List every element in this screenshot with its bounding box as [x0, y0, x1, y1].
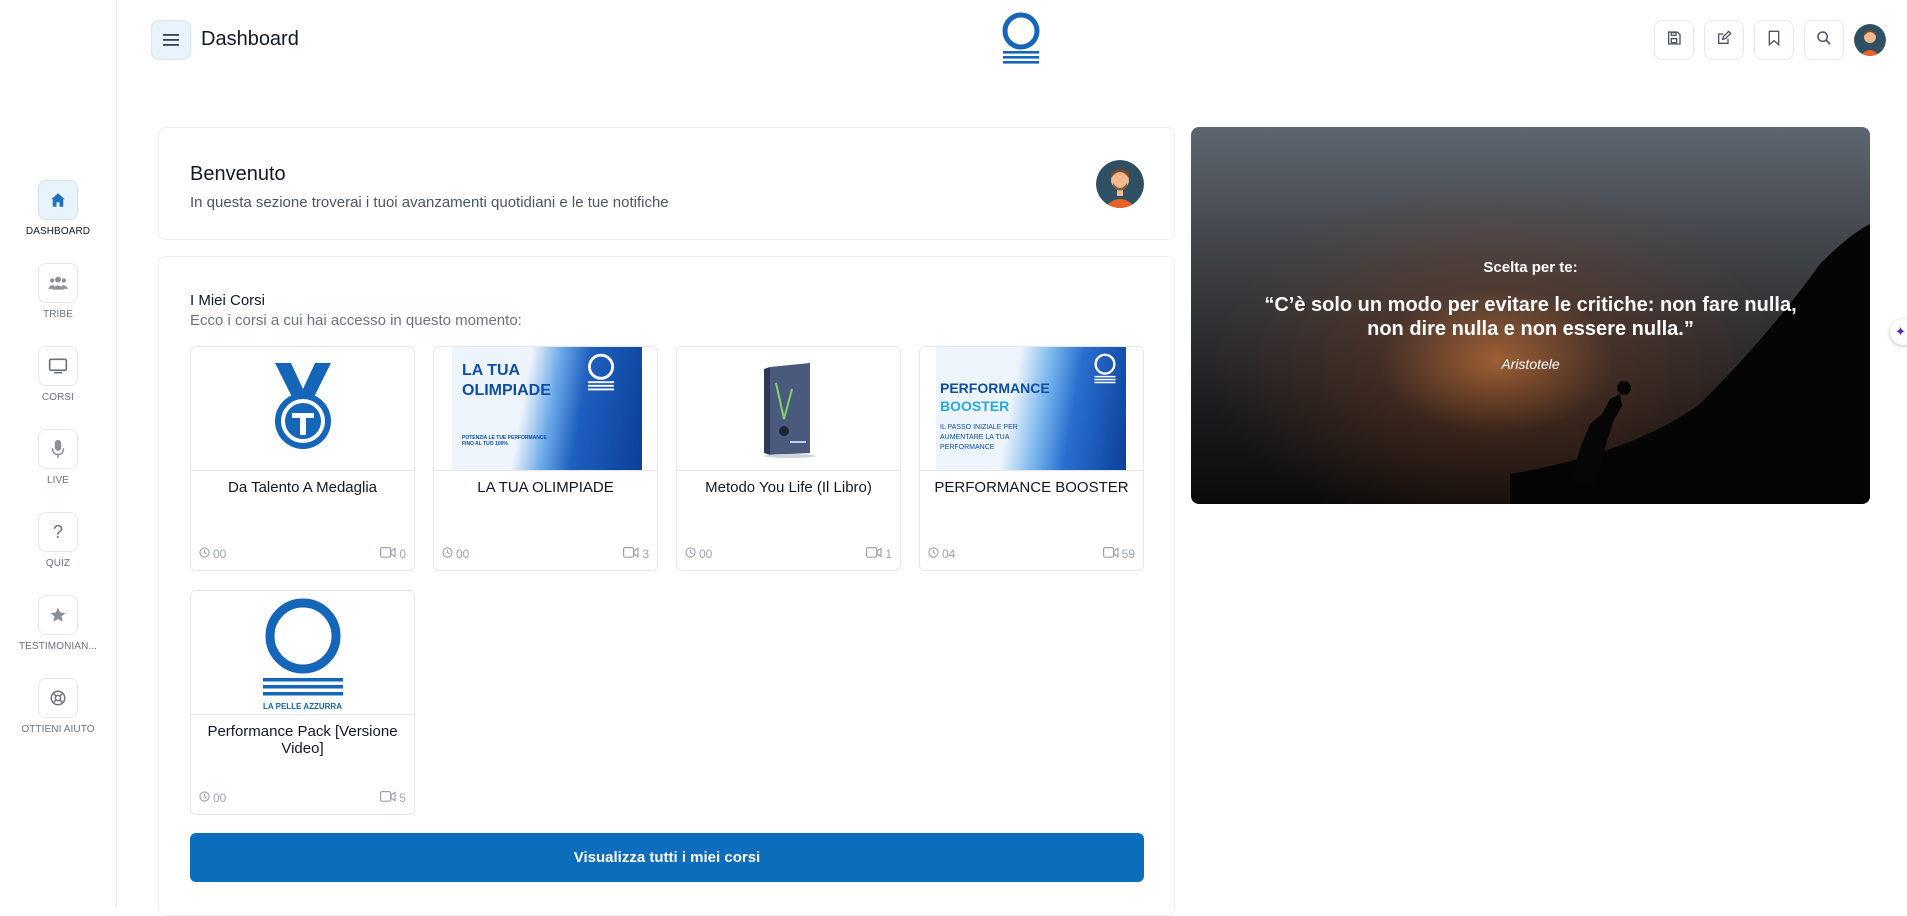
course-duration: 00 [199, 547, 226, 561]
sidebar-item-label: TRIBE [43, 309, 73, 320]
star-icon [38, 595, 78, 635]
brand-logo [262, 598, 343, 695]
course-card[interactable]: LA PELLE AZZURRA Performance Pack [Versi… [190, 590, 415, 815]
section-subtitle: Ecco i corsi a cui hai accesso in questo… [190, 312, 522, 329]
top-bar: Dashboard [117, 0, 1907, 80]
welcome-card: Benvenuto In questa sezione troverai i t… [158, 127, 1175, 240]
clock-icon [442, 547, 453, 561]
brand-logo [1094, 353, 1116, 384]
course-thumbnail: PERFORMANCE BOOSTER IL PASSO INIZIALE PE… [920, 347, 1143, 471]
my-courses-card: I Miei Corsi Ecco i corsi a cui hai acce… [158, 256, 1175, 916]
course-title: Da Talento A Medaglia [228, 479, 377, 496]
video-icon [380, 791, 396, 805]
page-title: Dashboard [201, 28, 299, 50]
sidebar-item-label: CORSI [41, 392, 75, 403]
save-button[interactable] [1654, 20, 1694, 60]
book-icon [763, 362, 816, 458]
sidebar-item-label: QUIZ [45, 558, 71, 569]
monitor-icon [38, 346, 78, 386]
sidebar-item-dashboard[interactable]: DASHBOARD [0, 180, 116, 237]
quote-text: “C’è solo un modo per evitare le critich… [1264, 294, 1797, 340]
course-title: LA TUA OLIMPIADE [477, 479, 614, 496]
course-duration: 00 [685, 547, 712, 561]
video-icon [380, 547, 396, 561]
avatar [1096, 160, 1144, 208]
user-avatar[interactable] [1854, 24, 1886, 56]
welcome-subtitle: In questa sezione troverai i tuoi avanza… [190, 194, 669, 211]
sidebar-item-label: OTTIENI AIUTO [21, 724, 95, 735]
course-thumbnail [677, 347, 900, 471]
sidebar-item-label: DASHBOARD [25, 226, 91, 237]
course-video-count: 3 [623, 547, 649, 561]
course-card[interactable]: PERFORMANCE BOOSTER IL PASSO INIZIALE PE… [919, 346, 1144, 571]
sidebar-item-ottieni-aiuto[interactable]: OTTIENI AIUTO [0, 678, 116, 735]
edit-button[interactable] [1704, 20, 1744, 60]
sidebar-item-testimonianze[interactable]: TESTIMONIAN... [0, 595, 116, 652]
bookmark-icon [1767, 30, 1781, 51]
sidebar: DASHBOARD TRIBE CORSI LIVE ? QUIZ TESTIM… [0, 0, 117, 907]
sidebar-item-quiz[interactable]: ? QUIZ [0, 512, 116, 569]
question-icon: ? [38, 512, 78, 552]
course-title: Metodo You Life (Il Libro) [705, 479, 872, 496]
course-thumbnail: LA TUA OLIMPIADE POTENZIA LE TUE PERFORM… [434, 347, 657, 471]
course-video-count: 59 [1102, 547, 1135, 561]
course-video-count: 0 [380, 547, 406, 561]
bookmark-button[interactable] [1754, 20, 1794, 60]
section-title: I Miei Corsi [190, 292, 266, 309]
video-icon [1102, 547, 1119, 561]
clock-icon [199, 791, 210, 805]
course-title: PERFORMANCE BOOSTER [934, 479, 1129, 496]
edit-icon [1716, 29, 1732, 51]
sidebar-item-label: TESTIMONIAN... [18, 641, 98, 652]
lifebuoy-icon [38, 678, 78, 718]
sidebar-item-tribe[interactable]: TRIBE [0, 263, 116, 320]
view-all-courses-button[interactable]: Visualizza tutti i miei corsi [190, 833, 1144, 882]
home-icon [38, 180, 78, 220]
quote-card: Scelta per te: “C’è solo un modo per evi… [1191, 127, 1870, 504]
brand-logo [587, 353, 615, 391]
course-title: Performance Pack [Versione Video] [207, 723, 398, 757]
save-icon [1666, 30, 1682, 51]
medal-icon [274, 362, 331, 449]
clock-icon [685, 547, 696, 561]
course-video-count: 5 [380, 791, 406, 805]
course-duration: 00 [442, 547, 469, 561]
course-duration: 04 [928, 547, 955, 561]
course-card[interactable]: Da Talento A Medaglia 00 0 [190, 346, 415, 571]
course-card[interactable]: Metodo You Life (Il Libro) 00 1 [676, 346, 901, 571]
clock-icon [199, 547, 210, 561]
menu-icon[interactable] [151, 20, 191, 60]
course-thumbnail [191, 347, 414, 471]
users-icon [38, 263, 78, 303]
video-icon [623, 547, 639, 561]
video-icon [866, 547, 882, 561]
quote-pretitle: Scelta per te: [1483, 259, 1578, 276]
clock-icon [928, 547, 939, 561]
course-video-count: 1 [866, 547, 892, 561]
course-card[interactable]: LA TUA OLIMPIADE POTENZIA LE TUE PERFORM… [433, 346, 658, 571]
welcome-title: Benvenuto [190, 163, 286, 185]
sidebar-item-live[interactable]: LIVE [0, 429, 116, 486]
course-duration: 00 [199, 791, 226, 805]
brand-logo[interactable] [999, 12, 1043, 70]
sparkle-icon[interactable]: ✦ [1890, 319, 1907, 345]
course-thumbnail: LA PELLE AZZURRA [191, 591, 414, 715]
quote-author: Aristotele [1501, 356, 1560, 372]
search-button[interactable] [1804, 20, 1844, 60]
microphone-icon [38, 429, 78, 469]
sidebar-item-corsi[interactable]: CORSI [0, 346, 116, 403]
sidebar-item-label: LIVE [46, 475, 70, 486]
search-icon [1816, 30, 1832, 51]
